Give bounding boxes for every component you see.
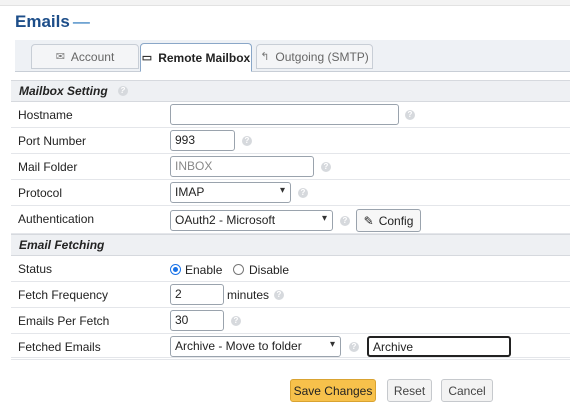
page-title-text: Emails [15,12,70,31]
status-disable-label: Disable [249,263,290,277]
save-changes-button[interactable]: Save Changes [290,379,376,402]
tab-bar: ✉ Account ▭ Remote Mailbox ↰ Outgoing (S… [15,40,570,72]
fetching-section-header: Email Fetching [11,234,570,256]
auth-value: OAuth2 - Microsoft [175,213,276,227]
row-authentication: Authentication OAuth2 - Microsoft ▾ ? ✎ … [11,206,570,234]
row-per-fetch: Emails Per Fetch 30 ? [11,308,570,334]
help-icon: ? [349,342,359,352]
chevron-down-icon: ▾ [329,339,335,350]
status-disable-radio[interactable] [233,264,244,275]
envelope-icon: ✉ [55,51,65,63]
edit-icon: ✎ [363,213,374,228]
page-title: Emails — [15,12,90,32]
reset-button[interactable]: Reset [387,379,432,402]
help-icon: ? [231,316,241,326]
chevron-down-icon: ▾ [279,185,285,196]
tab-outgoing-label: Outgoing (SMTP) [275,49,369,64]
fetched-action-select[interactable]: Archive - Move to folder ▾ [170,336,341,357]
tab-outgoing-smtp[interactable]: ↰ Outgoing (SMTP) [256,44,373,69]
per-fetch-label: Emails Per Fetch [18,314,110,328]
tab-remote-mailbox[interactable]: ▭ Remote Mailbox [140,43,252,72]
per-fetch-input[interactable]: 30 [170,310,224,331]
chevron-down-icon: ▾ [321,213,327,224]
row-status: Status Enable Disable [11,256,570,282]
cancel-button[interactable]: Cancel [441,379,493,402]
frequency-unit: minutes [227,288,270,302]
fetching-section-title: Email Fetching [19,238,105,252]
row-protocol: Protocol IMAP ▾ ? [11,180,570,206]
help-icon: ? [274,290,284,300]
help-icon: ? [321,162,331,172]
mailbox-section-title: Mailbox Setting [19,84,108,98]
row-hostname: Hostname ? [11,102,570,128]
help-icon: ? [242,136,252,146]
reply-icon: ↰ [260,51,270,63]
tab-account[interactable]: ✉ Account [31,44,139,69]
help-icon: ? [405,110,415,120]
hostname-label: Hostname [18,108,73,122]
mail-folder-label: Mail Folder [18,160,78,174]
fetched-action-value: Archive - Move to folder [175,339,302,353]
row-port: Port Number 993 ? [11,128,570,154]
status-label: Status [18,262,53,276]
tab-remote-mailbox-label: Remote Mailbox [158,50,251,65]
auth-select[interactable]: OAuth2 - Microsoft ▾ [170,210,333,231]
protocol-value: IMAP [175,185,205,199]
status-enable-label: Enable [185,263,223,277]
port-input[interactable]: 993 [170,130,235,151]
title-dash: — [72,12,90,31]
config-button[interactable]: ✎ Config [356,209,421,232]
mail-folder-input[interactable]: INBOX [170,156,314,177]
hostname-input[interactable] [170,104,399,125]
mailbox-section-header: Mailbox Setting ? [11,80,570,102]
auth-label: Authentication [18,212,95,226]
top-strip [0,0,570,6]
row-mail-folder: Mail Folder INBOX ? [11,154,570,180]
archive-folder-input[interactable]: Archive [367,336,511,357]
help-icon: ? [340,216,350,226]
status-enable-radio[interactable] [170,264,181,275]
port-label: Port Number [18,134,87,148]
tab-account-label: Account [70,49,115,64]
protocol-select[interactable]: IMAP ▾ [170,182,291,203]
help-icon: ? [298,188,308,198]
settings-panel: Mailbox Setting ? Hostname ? Port Number… [11,78,570,360]
inbox-icon: ▭ [141,52,153,64]
frequency-label: Fetch Frequency [18,288,109,302]
fetched-label: Fetched Emails [18,340,101,354]
footer-divider [11,357,570,358]
row-frequency: Fetch Frequency 2 minutes ? [11,282,570,308]
config-label: Config [378,213,414,228]
help-icon: ? [117,86,128,96]
protocol-label: Protocol [18,186,63,200]
frequency-input[interactable]: 2 [170,284,224,305]
